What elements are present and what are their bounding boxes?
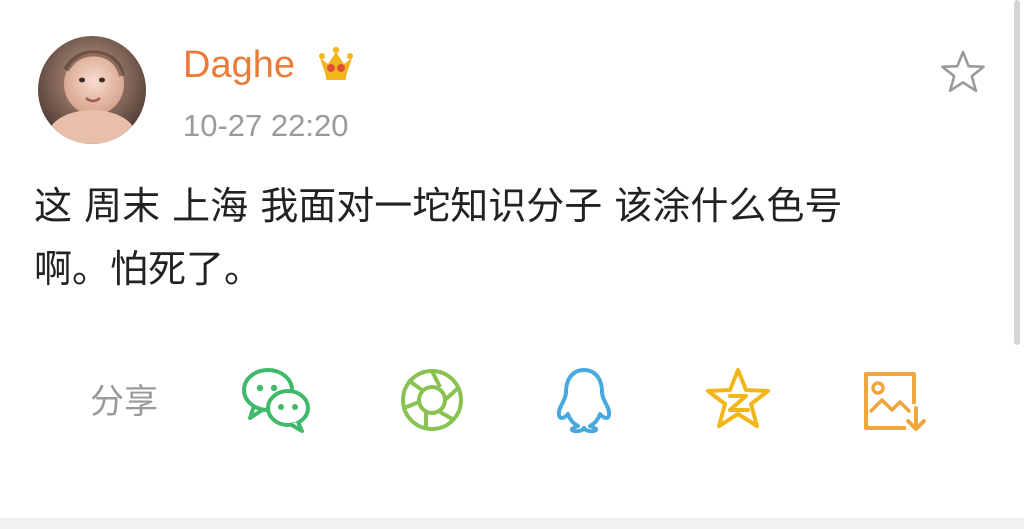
moments-icon[interactable] (396, 366, 468, 434)
post-body-line-2: 啊。怕死了。 (34, 247, 263, 291)
avatar[interactable] (38, 36, 146, 144)
baby-photo-avatar (38, 36, 146, 144)
save-image-icon[interactable] (856, 366, 928, 434)
weibo-post-card: Daghe 10-27 22:20 这 周末 上海 我面对一坨知识分子 该涂什么… (0, 0, 1024, 518)
crown-icon (316, 44, 356, 84)
post-body-line-1: 这 周末 上海 我面对一坨知识分子 该涂什么色号 (34, 184, 843, 228)
scrollbar[interactable] (1014, 0, 1020, 345)
post-body: 这 周末 上海 我面对一坨知识分子 该涂什么色号 啊。怕死了。 (34, 175, 994, 301)
star-outline-icon[interactable] (939, 49, 987, 95)
qq-icon[interactable] (548, 366, 620, 434)
share-label: 分享 (90, 382, 158, 422)
username[interactable]: Daghe (183, 40, 295, 90)
post-timestamp: 10-27 22:20 (183, 108, 349, 143)
bottom-divider (0, 518, 1024, 529)
qzone-icon[interactable] (702, 366, 774, 434)
wechat-icon[interactable] (240, 366, 312, 434)
